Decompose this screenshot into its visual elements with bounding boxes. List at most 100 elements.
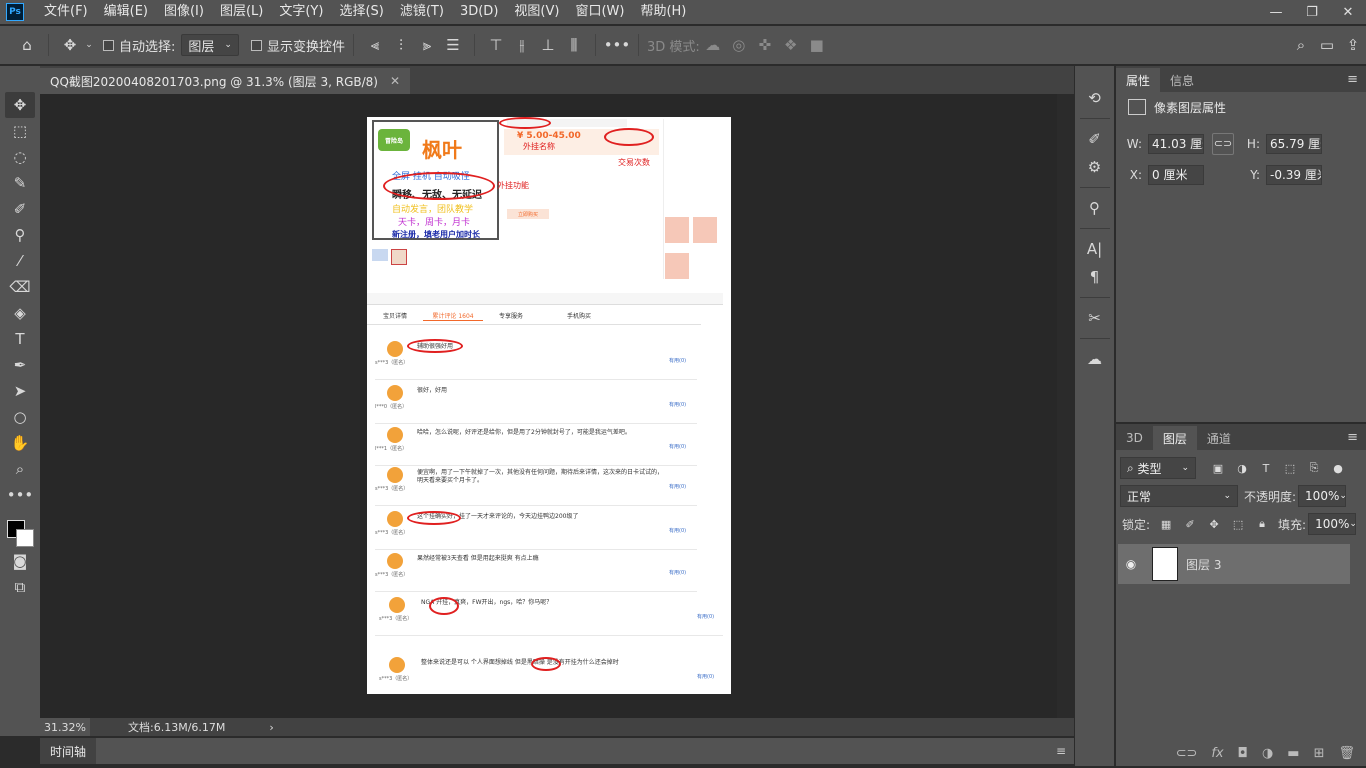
filter-pixel-icon[interactable]: ▣ (1210, 460, 1226, 476)
share-icon[interactable]: ⇪ (1340, 32, 1366, 58)
lock-position-icon[interactable]: ✥ (1206, 516, 1222, 532)
scale-3d-icon[interactable]: ■ (804, 32, 830, 58)
filter-shape-icon[interactable]: ⬚ (1282, 460, 1298, 476)
tools-icon[interactable]: ✂ (1080, 305, 1110, 331)
zoom-level-field[interactable]: 31.32% (40, 718, 90, 736)
tab-details[interactable]: 宝贝详情 (367, 311, 423, 320)
menu-select[interactable]: 选择(S) (331, 0, 391, 24)
pen-tool-icon[interactable]: ✒ (5, 352, 35, 378)
quick-select-tool-icon[interactable]: ✎ (5, 170, 35, 196)
tab-reviews[interactable]: 累计评论 1604 (423, 311, 483, 321)
chevron-down-icon[interactable]: ⌄ (83, 32, 95, 58)
brush-settings-icon[interactable]: ✐ (1080, 126, 1110, 152)
tab-services[interactable]: 专享服务 (483, 311, 539, 320)
panel-menu-icon[interactable]: ≡ (1347, 430, 1358, 445)
filter-adjustment-icon[interactable]: ◑ (1234, 460, 1250, 476)
canvas-workspace[interactable]: 冒险岛 枫叶 全屏 挂机 自动吸怪 瞬移、无敌、无延迟 自动发言，团队教学 天卡… (40, 94, 1057, 718)
new-layer-icon[interactable]: ⊞ (1314, 746, 1325, 761)
tab-mobile[interactable]: 手机购买 (539, 311, 619, 320)
layer-name[interactable]: 图层 3 (1186, 556, 1221, 573)
x-field[interactable]: 0 厘米 (1148, 164, 1204, 185)
drag-3d-icon[interactable]: ✜ (752, 32, 778, 58)
distribute-vertical-icon[interactable]: ⫼ (561, 32, 587, 58)
character-icon[interactable]: A| (1080, 236, 1110, 262)
screen-mode-icon[interactable]: ⧉ (5, 574, 35, 600)
document-canvas[interactable]: 冒险岛 枫叶 全屏 挂机 自动吸怪 瞬移、无敌、无延迟 自动发言，团队教学 天卡… (367, 117, 731, 694)
filter-type-icon[interactable]: T (1258, 460, 1274, 476)
menu-help[interactable]: 帮助(H) (632, 0, 694, 24)
align-bottom-icon[interactable]: ⊥ (535, 32, 561, 58)
more-options-icon[interactable]: ••• (604, 32, 631, 58)
background-color-swatch[interactable] (16, 529, 34, 547)
checkbox-icon[interactable] (250, 39, 262, 51)
close-window-button[interactable]: ✕ (1330, 0, 1366, 24)
menu-window[interactable]: 窗口(W) (567, 0, 632, 24)
move-tool-preset-icon[interactable]: ✥ (57, 32, 83, 58)
lock-all-icon[interactable]: 🔒︎ (1254, 516, 1270, 532)
link-layers-icon[interactable]: ⊂⊃ (1176, 746, 1198, 761)
lock-pixels-icon[interactable]: ✐ (1182, 516, 1198, 532)
auto-select-target-dropdown[interactable]: 图层 ⌄ (181, 34, 239, 56)
color-swatches[interactable] (3, 514, 37, 548)
tab-info[interactable]: 信息 (1160, 68, 1204, 92)
helpful-link[interactable]: 有用(0) (669, 483, 686, 490)
eyedropper-tool-icon[interactable]: ⁄ (5, 248, 35, 274)
paragraph-icon[interactable]: ¶ (1080, 264, 1110, 290)
align-center-icon[interactable]: ⫶ (388, 32, 414, 58)
fill-field[interactable]: 100% ⌄ (1308, 513, 1357, 535)
helpful-link[interactable]: 有用(0) (697, 613, 714, 620)
checkbox-icon[interactable] (103, 39, 114, 51)
height-field[interactable]: 65.79 厘米 (1266, 133, 1322, 154)
paint-bucket-tool-icon[interactable]: ◈ (5, 300, 35, 326)
orbit-3d-icon[interactable]: ☁ (700, 32, 726, 58)
tab-3d[interactable]: 3D (1116, 426, 1153, 450)
menu-file[interactable]: 文件(F) (36, 0, 96, 24)
menu-type[interactable]: 文字(Y) (271, 0, 331, 24)
adjustment-layer-icon[interactable]: ◑ (1262, 746, 1273, 761)
panel-menu-icon[interactable]: ≡ (1056, 744, 1066, 758)
tab-channels[interactable]: 通道 (1197, 426, 1241, 450)
menu-filter[interactable]: 滤镜(T) (392, 0, 452, 24)
workspace-icon[interactable]: ▭ (1314, 32, 1340, 58)
document-tab[interactable]: QQ截图20200408201703.png @ 31.3% (图层 3, RG… (40, 68, 411, 94)
slide-3d-icon[interactable]: ❖ (778, 32, 804, 58)
fx-icon[interactable]: fx (1211, 746, 1223, 761)
close-tab-icon[interactable]: ✕ (390, 74, 400, 88)
hand-tool-icon[interactable]: ✋ (5, 430, 35, 456)
align-left-icon[interactable]: ⫷ (362, 32, 388, 58)
adjustments-icon[interactable]: ⚙ (1080, 154, 1110, 180)
tab-layers[interactable]: 图层 (1152, 426, 1197, 450)
add-mask-icon[interactable]: ◘ (1238, 746, 1248, 761)
stamp-tool-icon[interactable]: ⚲ (5, 222, 35, 248)
panel-menu-icon[interactable]: ≡ (1347, 72, 1358, 87)
timeline-tab[interactable]: 时间轴 (40, 738, 97, 764)
more-tools-icon[interactable]: ••• (5, 482, 35, 508)
helpful-link[interactable]: 有用(0) (669, 443, 686, 450)
width-field[interactable]: 41.03 厘米 (1148, 133, 1204, 154)
eraser-tool-icon[interactable]: ⌫ (5, 274, 35, 300)
buy-now-button[interactable]: 立即购买 (507, 209, 549, 219)
align-middle-icon[interactable]: ⫲ (509, 32, 535, 58)
roll-3d-icon[interactable]: ◎ (726, 32, 752, 58)
menu-view[interactable]: 视图(V) (506, 0, 567, 24)
brush-tool-icon[interactable]: ✐ (5, 196, 35, 222)
new-group-icon[interactable]: ▬ (1287, 746, 1299, 761)
align-top-icon[interactable]: ⊤ (483, 32, 509, 58)
path-select-tool-icon[interactable]: ➤ (5, 378, 35, 404)
restore-button[interactable]: ❐ (1294, 0, 1330, 24)
lock-artboard-icon[interactable]: ⬚ (1230, 516, 1246, 532)
move-tool-icon[interactable]: ✥ (5, 92, 35, 118)
menu-layer[interactable]: 图层(L) (212, 0, 271, 24)
filter-kind-dropdown[interactable]: ⌕ 类型 ⌄ (1120, 457, 1196, 479)
trash-icon[interactable]: 🗑︎ (1338, 746, 1355, 761)
search-icon[interactable]: ⌕ (1288, 32, 1314, 58)
opacity-field[interactable]: 100% ⌄ (1298, 485, 1347, 507)
type-tool-icon[interactable]: T (5, 326, 35, 352)
distribute-horizontal-icon[interactable]: ☰ (440, 32, 466, 58)
helpful-link[interactable]: 有用(0) (697, 673, 714, 680)
menu-image[interactable]: 图像(I) (156, 0, 212, 24)
history-icon[interactable]: ⟲ (1080, 85, 1110, 111)
libraries-icon[interactable]: ☁ (1080, 346, 1110, 372)
helpful-link[interactable]: 有用(0) (669, 527, 686, 534)
align-right-icon[interactable]: ⫸ (414, 32, 440, 58)
